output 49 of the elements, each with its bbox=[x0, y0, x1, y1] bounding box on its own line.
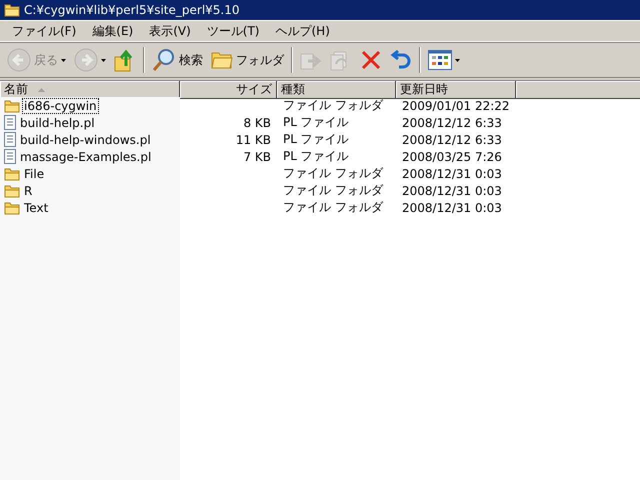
column-header[interactable]: 種類 bbox=[277, 81, 396, 99]
modified-date: 2008/12/31 0:03 bbox=[401, 166, 503, 182]
file-size: 8 KB bbox=[242, 114, 272, 131]
file-name[interactable]: build-help-windows.pl bbox=[19, 132, 152, 146]
modified-date: 2008/12/31 0:03 bbox=[401, 182, 503, 199]
folders-button[interactable]: フォルダ bbox=[208, 48, 287, 72]
menu-item[interactable]: 編集(E) bbox=[84, 22, 142, 40]
modified-date: 2008/03/25 7:26 bbox=[401, 148, 503, 165]
folder-icon bbox=[4, 200, 20, 214]
folder-icon bbox=[4, 3, 20, 17]
column-header[interactable]: サイズ bbox=[180, 81, 277, 99]
column-header[interactable]: 更新日時 bbox=[396, 81, 516, 99]
window-title: C:¥cygwin¥lib¥perl5¥site_perl¥5.10 bbox=[24, 3, 240, 17]
file-type: ファイル フォルダ bbox=[282, 97, 384, 114]
file-type: ファイル フォルダ bbox=[282, 199, 384, 216]
folder-icon bbox=[4, 184, 20, 198]
menu-item[interactable]: ヘルプ(H) bbox=[268, 22, 338, 40]
file-type: ファイル フォルダ bbox=[282, 182, 384, 199]
modified-date: 2008/12/12 6:33 bbox=[401, 132, 503, 148]
search-icon bbox=[152, 48, 176, 72]
file-name[interactable]: massage-Examples.pl bbox=[19, 150, 152, 164]
menu-item[interactable]: ツール(T) bbox=[198, 22, 268, 40]
views-button[interactable] bbox=[425, 48, 463, 72]
file-type: PL ファイル bbox=[282, 114, 350, 131]
folder-icon bbox=[4, 166, 20, 180]
file-name[interactable]: R bbox=[23, 184, 34, 198]
search-button[interactable]: 検索 bbox=[149, 46, 206, 74]
undo-icon bbox=[390, 49, 412, 71]
views-icon bbox=[428, 50, 452, 70]
document-icon bbox=[4, 149, 16, 164]
document-icon bbox=[4, 132, 16, 147]
menu-item[interactable]: ファイル(F) bbox=[4, 22, 84, 40]
delete-icon bbox=[360, 49, 382, 71]
document-icon bbox=[4, 115, 16, 130]
folder-icon bbox=[211, 50, 233, 70]
file-name[interactable]: i686-cygwin bbox=[23, 98, 98, 112]
file-type: PL ファイル bbox=[282, 148, 350, 165]
file-name[interactable]: File bbox=[23, 166, 46, 180]
menu-item[interactable]: 表示(V) bbox=[141, 22, 199, 40]
modified-date: 2008/12/12 6:33 bbox=[401, 114, 503, 131]
file-type: PL ファイル bbox=[282, 131, 350, 148]
folder-icon bbox=[4, 98, 20, 112]
file-name[interactable]: Text bbox=[23, 200, 50, 214]
modified-date: 2008/12/31 0:03 bbox=[401, 200, 503, 216]
file-size: 11 KB bbox=[234, 132, 272, 148]
modified-date: 2009/01/01 22:22 bbox=[401, 98, 511, 114]
file-size: 7 KB bbox=[242, 148, 272, 165]
file-name[interactable]: build-help.pl bbox=[19, 116, 96, 130]
file-type: ファイル フォルダ bbox=[282, 165, 384, 182]
